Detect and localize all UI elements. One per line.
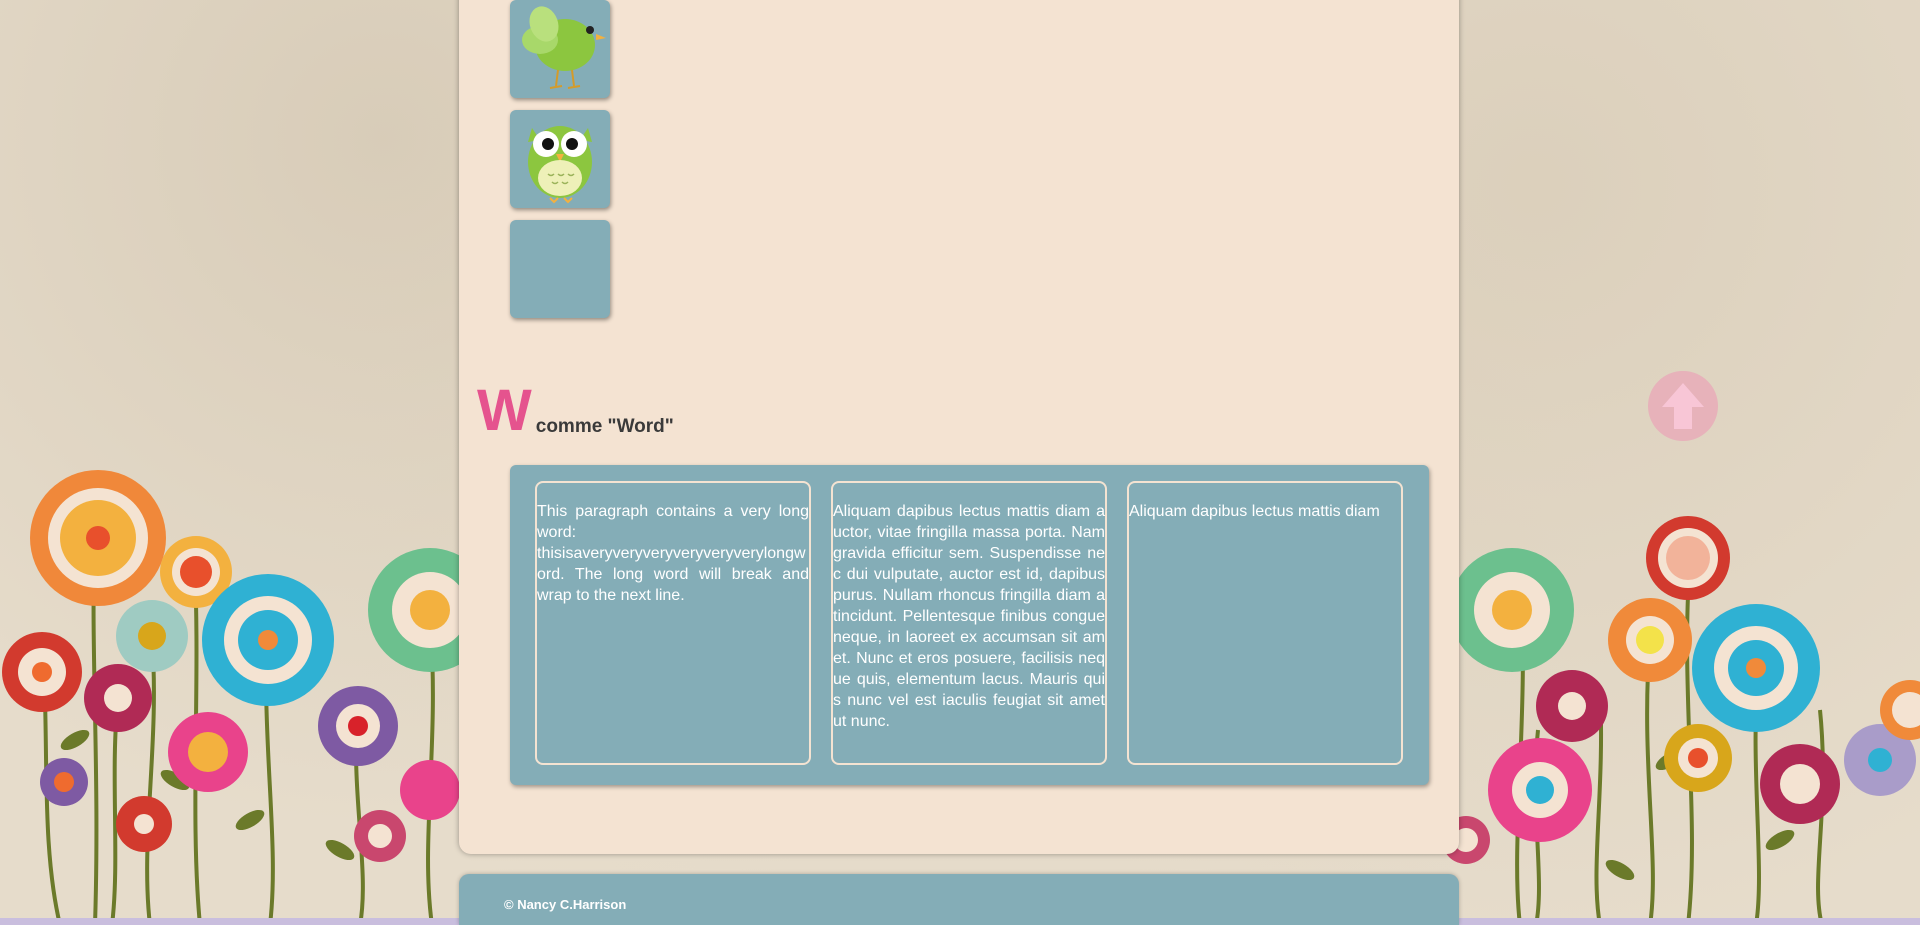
arrow-up-icon	[1662, 383, 1704, 429]
columns-container: This paragraph contains a very long word…	[510, 465, 1429, 785]
column-1: This paragraph contains a very long word…	[535, 481, 811, 765]
column-2: Aliquam dapibus lectus mattis diam aucto…	[831, 481, 1107, 765]
column-1-text: This paragraph contains a very long word…	[537, 503, 809, 604]
footer: © Nancy C.Harrison	[459, 874, 1459, 925]
green-bird-icon	[522, 6, 606, 89]
column-3-text: Aliquam dapibus lectus mattis diam	[1129, 503, 1380, 520]
section-title: comme "Word"	[535, 416, 674, 437]
scroll-to-top-button[interactable]	[1648, 371, 1718, 441]
thumbnail-bird[interactable]	[510, 0, 610, 98]
column-2-text: Aliquam dapibus lectus mattis diam aucto…	[833, 503, 1105, 730]
column-3: Aliquam dapibus lectus mattis diam	[1127, 481, 1403, 765]
thumbnail-owl[interactable]	[510, 110, 610, 208]
footer-copyright: © Nancy C.Harrison	[504, 897, 627, 912]
section-heading: W comme "Word"	[477, 380, 674, 440]
thumbnail-empty[interactable]	[510, 220, 610, 318]
section-initial-letter: W	[477, 378, 532, 443]
green-owl-icon	[528, 126, 592, 204]
